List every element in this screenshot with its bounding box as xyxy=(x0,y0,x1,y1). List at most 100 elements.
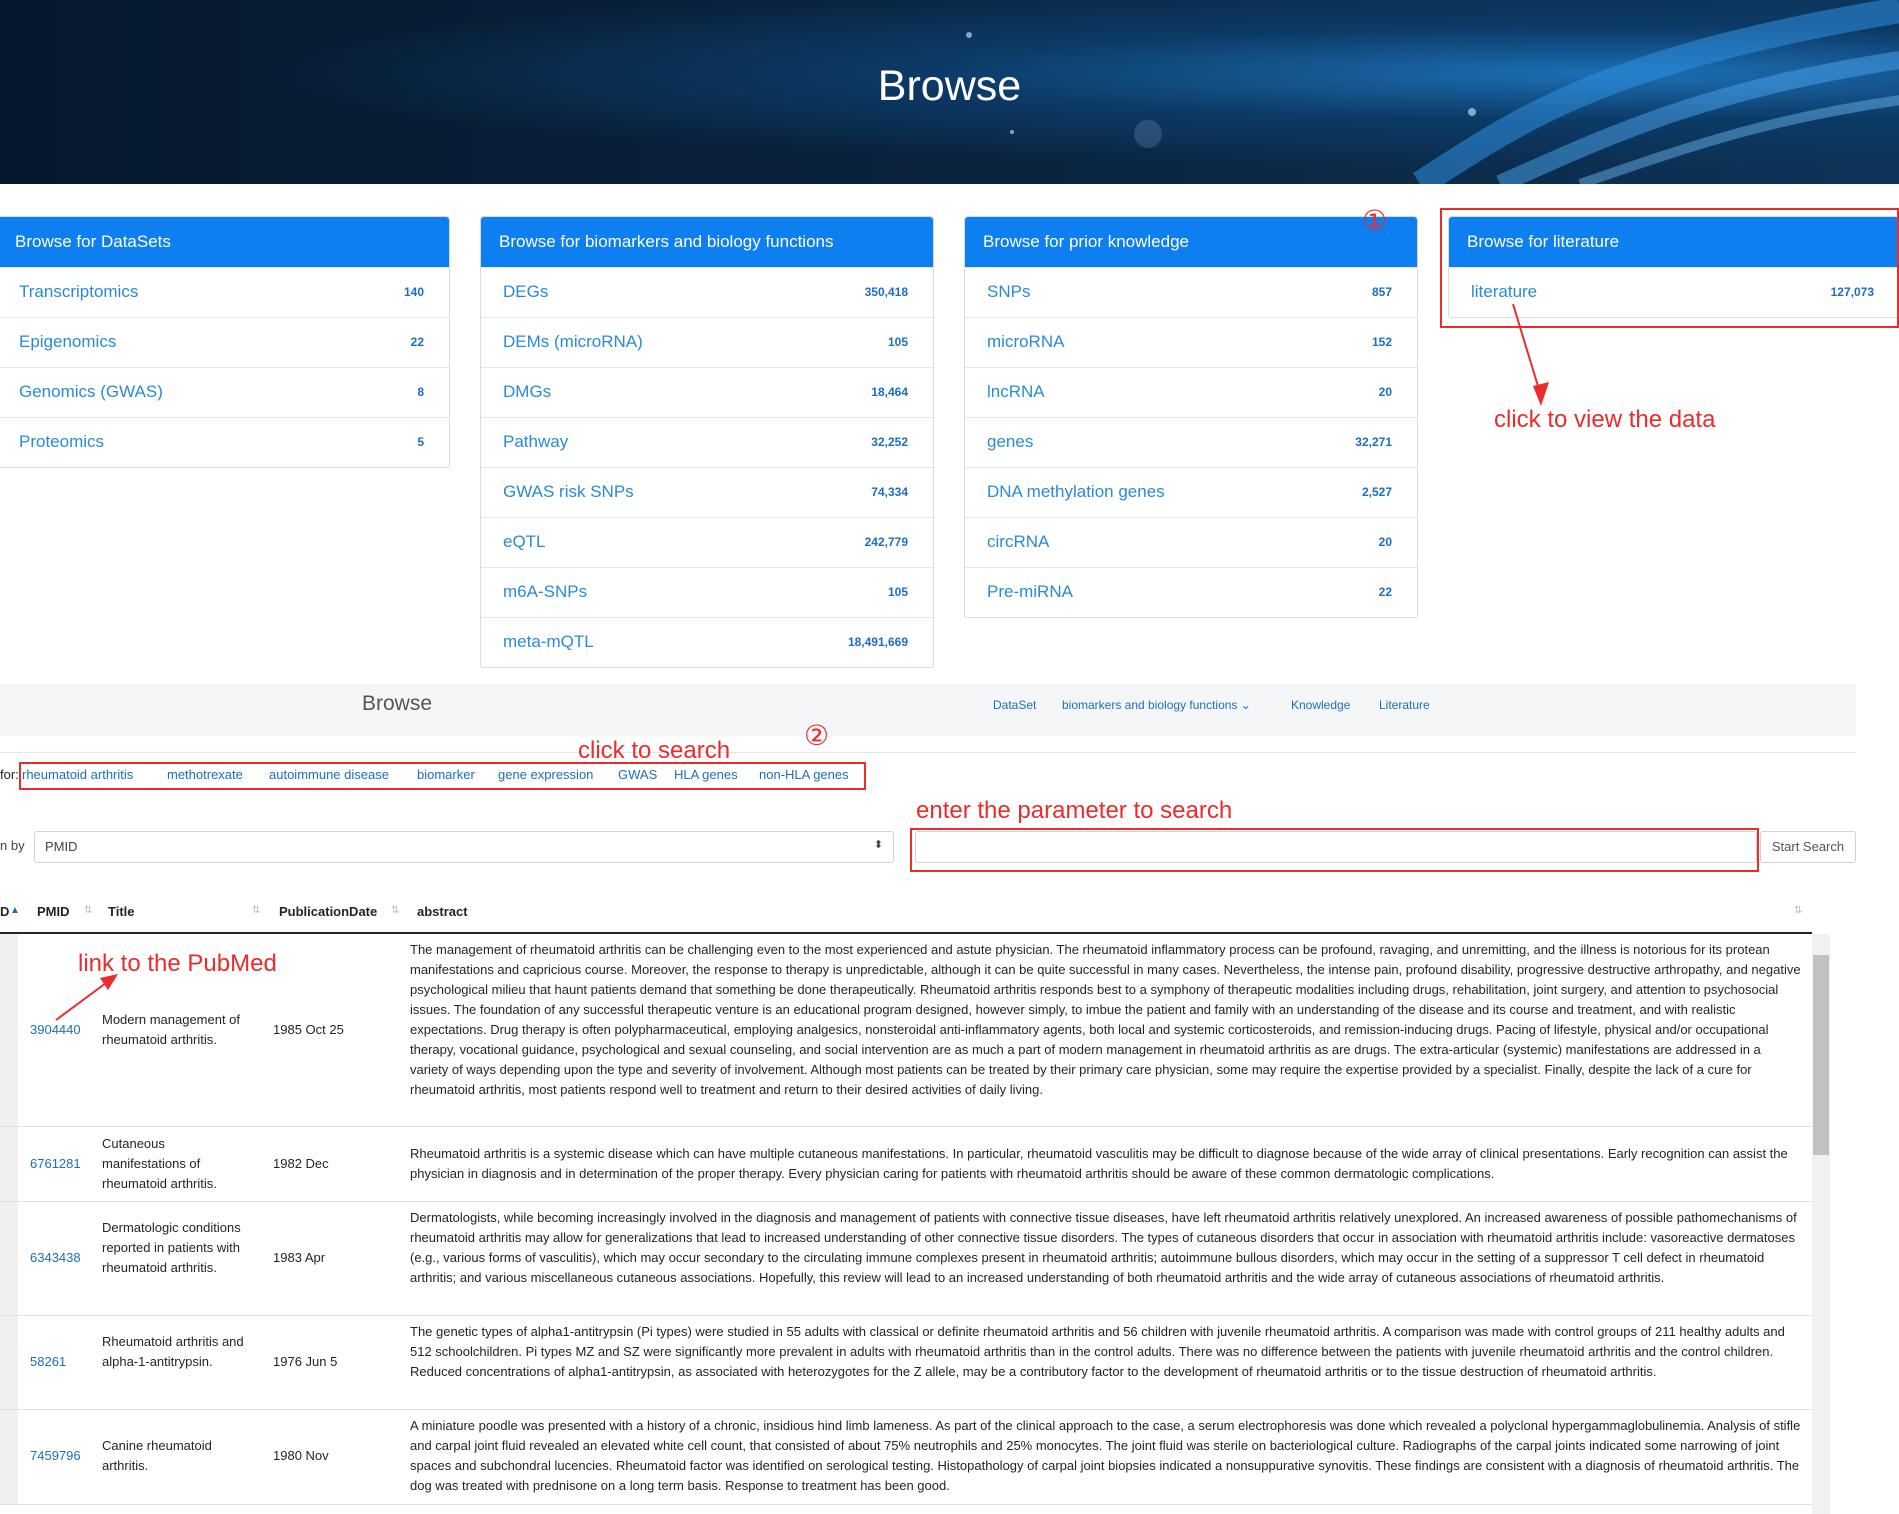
keyword-link[interactable]: GWAS xyxy=(618,767,657,782)
keyword-link[interactable]: non-HLA genes xyxy=(759,767,849,782)
item-count: 22 xyxy=(1378,585,1392,599)
start-search-button[interactable]: Start Search xyxy=(1760,831,1856,863)
panel-item[interactable]: Pathway 32,252 xyxy=(481,417,933,467)
item-label[interactable]: lncRNA xyxy=(987,382,1045,402)
row-id-cell xyxy=(0,1316,18,1409)
keyword-link[interactable]: gene expression xyxy=(498,767,593,782)
sort-icon[interactable]: ⇅ xyxy=(391,905,399,916)
row-title: Cutaneous manifestations of rheumatoid a… xyxy=(102,1136,217,1191)
item-label[interactable]: Pathway xyxy=(503,432,568,452)
keyword-link[interactable]: rheumatoid arthritis xyxy=(22,767,133,782)
panel-item[interactable]: eQTL 242,779 xyxy=(481,517,933,567)
nav-link-knowledge[interactable]: Knowledge xyxy=(1291,698,1350,712)
sort-icon[interactable]: ⇅ xyxy=(252,905,260,916)
nav-link-biomarkers[interactable]: biomarkers and biology functions ⌄ xyxy=(1062,698,1251,712)
panel-item[interactable]: Proteomics 5 xyxy=(0,417,449,467)
item-label[interactable]: meta-mQTL xyxy=(503,632,594,652)
col-header-title[interactable]: Title xyxy=(108,904,135,919)
bokeh-dot xyxy=(1010,130,1014,134)
item-label[interactable]: Epigenomics xyxy=(19,332,116,352)
item-count: 242,779 xyxy=(864,535,908,549)
item-label[interactable]: DEMs (microRNA) xyxy=(503,332,643,352)
panel-item[interactable]: DNA methylation genes 2,527 xyxy=(965,467,1417,517)
item-label[interactable]: DNA methylation genes xyxy=(987,482,1165,502)
item-label[interactable]: GWAS risk SNPs xyxy=(503,482,634,502)
search-field-select[interactable]: PMID ⬍ xyxy=(34,831,894,863)
navbar-brand[interactable]: Browse xyxy=(362,692,432,716)
col-header-pmid[interactable]: PMID xyxy=(37,904,70,919)
item-label[interactable]: Pre-miRNA xyxy=(987,582,1073,602)
keyword-link[interactable]: autoimmune disease xyxy=(269,767,389,782)
row-abstract: The management of rheumatoid arthritis c… xyxy=(410,942,1801,1097)
panel-item[interactable]: m6A-SNPs 105 xyxy=(481,567,933,617)
annotation-click-search: click to search xyxy=(578,737,731,764)
panel-item[interactable]: Pre-miRNA 22 xyxy=(965,567,1417,617)
col-header-abstract[interactable]: abstract xyxy=(417,904,468,919)
sort-asc-icon[interactable]: ▲ xyxy=(10,905,20,916)
sort-icon[interactable]: ⇅ xyxy=(1794,905,1802,916)
item-label[interactable]: SNPs xyxy=(987,282,1030,302)
panel-item[interactable]: genes 32,271 xyxy=(965,417,1417,467)
item-label[interactable]: genes xyxy=(987,432,1033,452)
pmid-link[interactable]: 58261 xyxy=(30,1352,66,1372)
row-abstract: Rheumatoid arthritis is a systemic disea… xyxy=(410,1146,1788,1181)
item-label[interactable]: Genomics (GWAS) xyxy=(19,382,163,402)
col-header-id[interactable]: D xyxy=(0,904,9,919)
sort-icon[interactable]: ⇅ xyxy=(84,905,92,916)
item-label[interactable]: m6A-SNPs xyxy=(503,582,587,602)
item-count: 152 xyxy=(1371,335,1392,349)
chevron-updown-icon: ⬍ xyxy=(873,839,883,851)
item-count: 5 xyxy=(417,435,424,449)
item-label[interactable]: Transcriptomics xyxy=(19,282,138,302)
panel-item[interactable]: DMGs 18,464 xyxy=(481,367,933,417)
panel-item[interactable]: Transcriptomics 140 xyxy=(0,267,449,317)
annotation-enter-parameter: enter the parameter to search xyxy=(916,797,1233,824)
annotation-click-view: click to view the data xyxy=(1494,406,1716,433)
panel-title: Browse for biomarkers and biology functi… xyxy=(481,217,933,267)
item-count: 2,527 xyxy=(1361,485,1392,499)
panel-item[interactable]: Epigenomics 22 xyxy=(0,317,449,367)
table-row: 58261 Rheumatoid arthritis and alpha-1-a… xyxy=(0,1316,1812,1410)
item-label[interactable]: DEGs xyxy=(503,282,548,302)
item-label[interactable]: Proteomics xyxy=(19,432,104,452)
panel-item[interactable]: circRNA 20 xyxy=(965,517,1417,567)
panel-item[interactable]: SNPs 857 xyxy=(965,267,1417,317)
nav-link-dataset[interactable]: DataSet xyxy=(993,698,1036,712)
scrollbar-thumb[interactable] xyxy=(1813,955,1829,1155)
row-id-cell xyxy=(0,1410,18,1504)
keyword-link[interactable]: HLA genes xyxy=(674,767,738,782)
row-date: 1985 Oct 25 xyxy=(273,1022,344,1037)
panel-item[interactable]: Genomics (GWAS) 8 xyxy=(0,367,449,417)
pmid-link[interactable]: 6343438 xyxy=(30,1248,81,1268)
panel-item[interactable]: lncRNA 20 xyxy=(965,367,1417,417)
row-id-cell xyxy=(0,934,18,1126)
item-count: 140 xyxy=(403,285,424,299)
item-count: 857 xyxy=(1371,285,1392,299)
col-header-date[interactable]: PublicationDate xyxy=(279,904,377,919)
item-label[interactable]: DMGs xyxy=(503,382,551,402)
item-label[interactable]: eQTL xyxy=(503,532,546,552)
item-label[interactable]: microRNA xyxy=(987,332,1064,352)
panel-item[interactable]: DEGs 350,418 xyxy=(481,267,933,317)
nav-link-literature[interactable]: Literature xyxy=(1379,698,1430,712)
item-count: 8 xyxy=(417,385,424,399)
keyword-link[interactable]: biomarker xyxy=(417,767,475,782)
row-id-cell xyxy=(0,1202,18,1315)
panel-item[interactable]: GWAS risk SNPs 74,334 xyxy=(481,467,933,517)
banner-title: Browse xyxy=(877,62,1022,110)
item-count: 32,271 xyxy=(1355,435,1392,449)
row-date: 1983 Apr xyxy=(273,1250,326,1265)
annotation-box-search-input xyxy=(910,828,1759,872)
row-title: Dermatologic conditions reported in pati… xyxy=(102,1220,241,1275)
panel-item[interactable]: microRNA 152 xyxy=(965,317,1417,367)
item-count: 105 xyxy=(887,585,908,599)
panel-item[interactable]: DEMs (microRNA) 105 xyxy=(481,317,933,367)
table-row: 6761281 Cutaneous manifestations of rheu… xyxy=(0,1127,1812,1202)
pmid-link[interactable]: 6761281 xyxy=(30,1154,81,1174)
panel-item[interactable]: meta-mQTL 18,491,669 xyxy=(481,617,933,667)
select-value: PMID xyxy=(45,839,78,854)
item-label[interactable]: circRNA xyxy=(987,532,1049,552)
panel-title: Browse for prior knowledge xyxy=(965,217,1417,267)
pmid-link[interactable]: 7459796 xyxy=(30,1446,81,1466)
keyword-link[interactable]: methotrexate xyxy=(167,767,243,782)
